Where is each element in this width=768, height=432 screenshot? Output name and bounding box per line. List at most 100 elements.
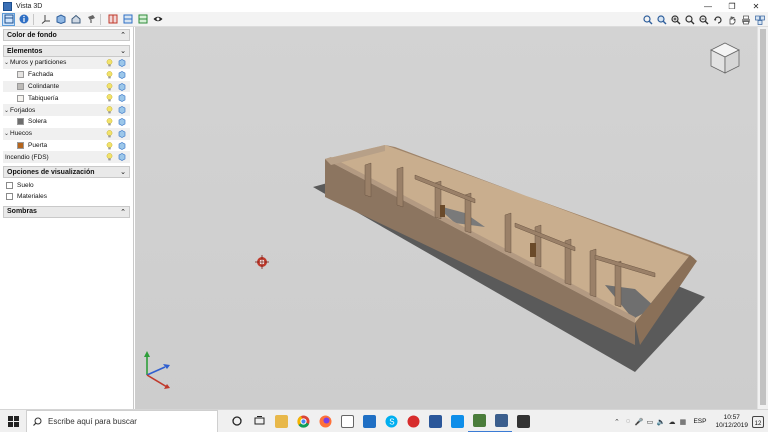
cloud-icon[interactable]: ☁: [666, 410, 677, 432]
vertical-scrollbar[interactable]: [757, 27, 768, 409]
zoom-extents-icon[interactable]: [655, 13, 668, 26]
chevron-down-icon[interactable]: ⌄: [120, 47, 126, 55]
photos-app-icon[interactable]: [358, 410, 380, 432]
house-view-icon[interactable]: [69, 13, 82, 26]
color-swatch[interactable]: [17, 94, 24, 102]
cube-icon[interactable]: [118, 82, 126, 91]
section-elements[interactable]: Elementos ⌄: [3, 45, 130, 57]
video-editor-icon[interactable]: [512, 410, 534, 432]
close-button[interactable]: ✕: [744, 0, 768, 12]
start-button[interactable]: [0, 410, 26, 432]
paint-icon[interactable]: [84, 13, 97, 26]
orbit-icon[interactable]: [711, 13, 724, 26]
zoom-out-icon[interactable]: [697, 13, 710, 26]
tray-circle-icon[interactable]: ◌: [622, 410, 633, 432]
expand-arrow-icon[interactable]: ⌄: [3, 130, 10, 137]
eye-icon[interactable]: [151, 13, 164, 26]
pan-hand-icon[interactable]: [725, 13, 738, 26]
scrollbar-thumb[interactable]: [760, 29, 766, 405]
skype-icon[interactable]: S: [380, 410, 402, 432]
cube-icon[interactable]: [118, 70, 126, 79]
axes-icon[interactable]: [39, 13, 52, 26]
teamviewer-icon[interactable]: [446, 410, 468, 432]
expand-arrow-icon[interactable]: ⌄: [3, 107, 10, 114]
cype-app-icon[interactable]: [468, 410, 490, 432]
tree-item-facade[interactable]: Fachada: [3, 69, 130, 81]
battery-icon[interactable]: ▭: [644, 410, 655, 432]
volume-icon[interactable]: 🔈: [655, 410, 666, 432]
chevron-down-icon[interactable]: ⌄: [120, 168, 126, 176]
tree-item-walls[interactable]: ⌄ Muros y particiones: [3, 57, 130, 69]
cube-icon[interactable]: [118, 94, 126, 103]
lightbulb-icon[interactable]: [106, 141, 113, 150]
section-shadows[interactable]: Sombras ⌃: [3, 205, 130, 218]
3d-scene[interactable]: [135, 27, 757, 409]
lightbulb-icon[interactable]: [106, 153, 113, 161]
microphone-icon[interactable]: 🎤: [633, 410, 644, 432]
paw-app-icon[interactable]: [336, 410, 358, 432]
tree-item-fire-fds[interactable]: Incendio (FDS): [3, 151, 130, 164]
network-icon[interactable]: ▦: [677, 410, 688, 432]
print-icon[interactable]: [739, 13, 752, 26]
language-indicator[interactable]: ESP: [693, 418, 706, 425]
info-icon[interactable]: [17, 13, 30, 26]
tree-item-partitions[interactable]: Tabiquería: [3, 92, 130, 104]
chevron-up-icon[interactable]: ⌃: [120, 208, 126, 216]
section-red-icon[interactable]: [106, 13, 119, 26]
tree-item-ground-slab[interactable]: Solera: [3, 116, 130, 128]
color-swatch[interactable]: [17, 71, 24, 79]
option-materials[interactable]: Materiales: [0, 191, 133, 203]
view-cube[interactable]: [710, 42, 740, 74]
floor-checkbox[interactable]: [6, 181, 13, 189]
color-swatch[interactable]: [17, 141, 24, 149]
section-green-icon[interactable]: [136, 13, 149, 26]
task-view-icon[interactable]: [248, 410, 270, 432]
lightbulb-icon[interactable]: [106, 94, 113, 102]
orbit-target-icon[interactable]: [255, 255, 269, 269]
cube-icon[interactable]: [118, 141, 126, 150]
option-floor[interactable]: Suelo: [0, 179, 133, 191]
cube-icon[interactable]: [118, 129, 126, 138]
clock[interactable]: 10:57 10/12/2019: [715, 414, 748, 430]
cube-icon[interactable]: [118, 106, 126, 115]
lightbulb-icon[interactable]: [106, 129, 113, 138]
lightbulb-icon[interactable]: [106, 59, 113, 67]
zoom-in-icon[interactable]: [669, 13, 682, 26]
lightbulb-icon[interactable]: [106, 106, 113, 114]
pdf-app-icon[interactable]: [402, 410, 424, 432]
3d-viewport[interactable]: [135, 27, 757, 409]
materials-checkbox[interactable]: [6, 193, 13, 201]
section-view-options[interactable]: Opciones de visualización ⌄: [3, 166, 130, 179]
notifications-icon[interactable]: 12: [752, 415, 764, 428]
cube-icon[interactable]: [118, 59, 126, 67]
word-icon[interactable]: [424, 410, 446, 432]
tree-item-slabs[interactable]: ⌄ Forjados: [3, 104, 130, 116]
taskbar-search[interactable]: Escribe aquí para buscar: [26, 409, 218, 432]
firefox-icon[interactable]: [314, 410, 336, 432]
cortana-icon[interactable]: [226, 410, 248, 432]
cube-icon[interactable]: [118, 118, 126, 126]
cube-icon[interactable]: [118, 153, 126, 162]
split-views-icon[interactable]: [753, 13, 766, 26]
tray-arrow-icon[interactable]: ⌃: [611, 410, 622, 432]
tree-item-door[interactable]: Puerta: [3, 140, 130, 152]
color-swatch[interactable]: [17, 82, 24, 90]
box-view-icon[interactable]: [54, 13, 67, 26]
chrome-icon[interactable]: [292, 410, 314, 432]
lightbulb-icon[interactable]: [106, 118, 113, 126]
zoom-window-icon[interactable]: [641, 13, 654, 26]
section-blue-icon[interactable]: [121, 13, 134, 26]
tree-item-openings[interactable]: ⌄ Huecos: [3, 127, 130, 140]
expand-arrow-icon[interactable]: ⌄: [3, 59, 10, 66]
lightbulb-icon[interactable]: [106, 82, 113, 91]
maximize-button[interactable]: ❐: [720, 0, 744, 12]
color-swatch[interactable]: [17, 118, 24, 126]
cype-mep-icon[interactable]: [490, 410, 512, 432]
zoom-previous-icon[interactable]: [683, 13, 696, 26]
section-background-color[interactable]: Color de fondo ⌃: [3, 29, 130, 41]
chevron-up-icon[interactable]: ⌃: [120, 31, 126, 39]
tree-item-adjacent[interactable]: Colindante: [3, 80, 130, 93]
lightbulb-icon[interactable]: [106, 70, 113, 79]
file-explorer-icon[interactable]: [270, 410, 292, 432]
panel-toggle-icon[interactable]: [2, 12, 15, 26]
